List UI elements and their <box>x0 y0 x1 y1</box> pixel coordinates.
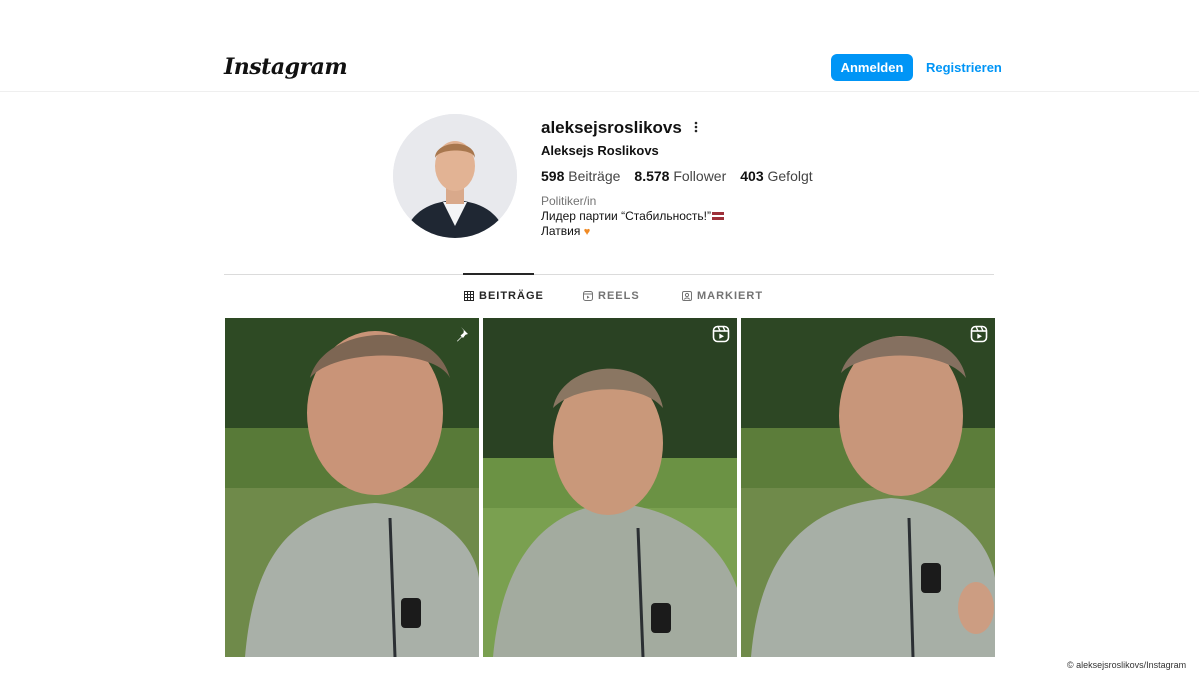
followers-count: 8.578 <box>634 168 670 184</box>
latvia-flag-icon <box>712 212 724 220</box>
tab-posts[interactable]: BEITRÄGE <box>464 290 544 302</box>
tagged-icon <box>682 291 692 301</box>
bio-line-2: Латвия ♥ <box>541 224 590 238</box>
orange-heart-icon: ♥ <box>583 226 591 238</box>
profile-stats: 598 Beiträge 8.578 Follower 403 Gefolgt <box>541 168 813 184</box>
posts-count: 598 <box>541 168 565 184</box>
followers-stat[interactable]: 8.578 Follower <box>634 168 726 184</box>
bio-line-1: Лидер партии “Стабильность!” <box>541 209 724 223</box>
profile-avatar[interactable] <box>393 114 517 238</box>
followers-label: Follower <box>673 168 727 184</box>
tab-reels-label: REELS <box>598 290 640 302</box>
grid-icon <box>464 291 474 301</box>
following-label: Gefolgt <box>767 168 813 184</box>
reel-icon <box>970 325 988 343</box>
profile-category: Politiker/in <box>541 194 597 208</box>
photo-credit: © aleksejsroslikovs/Instagram <box>1067 660 1187 670</box>
tab-tagged-label: MARKIERT <box>697 290 764 302</box>
post-photo-1 <box>225 318 479 657</box>
login-button[interactable]: Anmelden <box>831 54 913 81</box>
avatar-portrait <box>393 114 517 238</box>
reel-icon <box>712 325 730 343</box>
reels-icon <box>583 291 593 301</box>
post-tile-3[interactable] <box>741 318 995 657</box>
bio-line-2-text: Латвия <box>541 224 581 238</box>
post-photo-2 <box>483 318 737 657</box>
posts-stat: 598 Beiträge <box>541 168 620 184</box>
more-options-icon[interactable] <box>690 119 702 135</box>
bio-line-1-text: Лидер партии “Стабильность!” <box>541 209 711 223</box>
active-tab-indicator <box>463 273 534 275</box>
post-tile-2[interactable] <box>483 318 737 657</box>
tabs-divider <box>224 274 994 275</box>
pin-icon <box>457 327 468 342</box>
instagram-logo[interactable]: Instagram <box>224 54 348 80</box>
tab-tagged[interactable]: MARKIERT <box>682 290 763 302</box>
post-tile-1[interactable] <box>225 318 479 657</box>
following-stat[interactable]: 403 Gefolgt <box>740 168 812 184</box>
post-photo-3 <box>741 318 995 657</box>
posts-label: Beiträge <box>568 168 621 184</box>
tab-reels[interactable]: REELS <box>583 290 640 302</box>
register-link[interactable]: Registrieren <box>926 60 1002 75</box>
profile-username: aleksejsroslikovs <box>541 118 682 137</box>
following-count: 403 <box>740 168 764 184</box>
top-navigation-bar: Instagram Anmelden Registrieren <box>0 0 1199 92</box>
tab-posts-label: BEITRÄGE <box>479 290 544 302</box>
profile-full-name: Aleksejs Roslikovs <box>541 143 659 158</box>
